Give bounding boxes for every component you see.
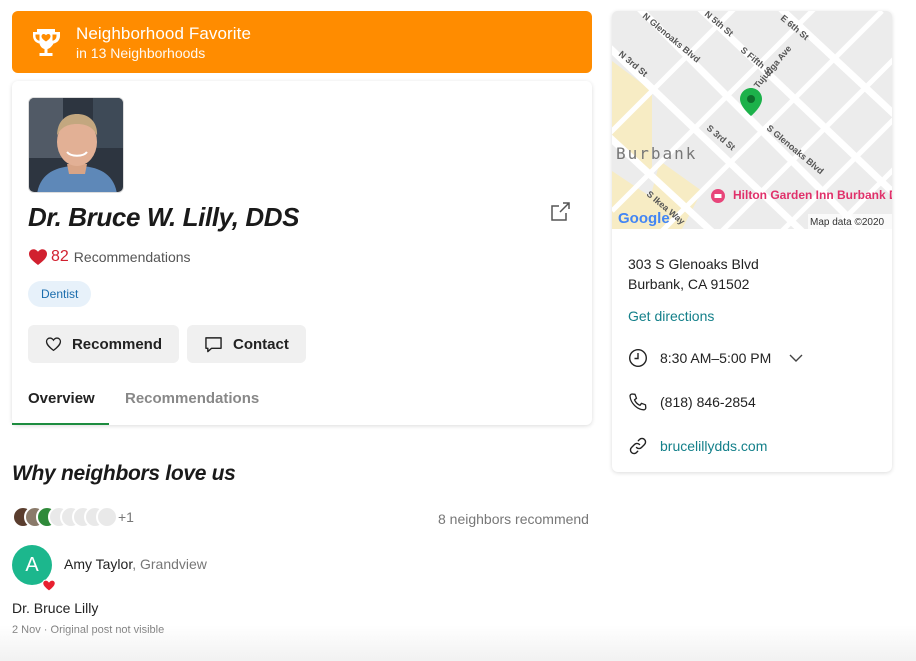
banner-subtitle: in 13 Neighborhoods — [76, 44, 206, 61]
tab-recommendations[interactable]: Recommendations — [125, 390, 259, 407]
map-logo: Google — [618, 210, 670, 227]
phone-icon — [629, 393, 647, 411]
address-line-1: 303 S Glenoaks Blvd — [628, 256, 759, 272]
recommendation-label: Recommendations — [73, 249, 191, 265]
more-neighbors-count: +1 — [118, 509, 134, 525]
neighbor-avatars[interactable] — [12, 506, 122, 528]
website-row[interactable]: brucelillydds.com — [628, 436, 767, 456]
recommend-button[interactable]: Recommend — [28, 325, 179, 363]
phone-row[interactable]: (818) 846-2854 — [628, 392, 756, 412]
category-tag[interactable]: Dentist — [28, 281, 92, 307]
neighborhood-favorite-banner: Neighborhood Favorite in 13 Neighborhood… — [12, 11, 592, 73]
tab-overview[interactable]: Overview — [28, 390, 95, 407]
map-poi-label: Hilton Garden Inn Burbank Downtown — [733, 188, 892, 202]
active-tab-indicator — [12, 423, 109, 425]
svg-text:Hilton Garden Inn Burbank Down: Hilton Garden Inn Burbank Downtown — [733, 188, 892, 202]
profile-card: Dr. Bruce W. Lilly, DDS 82 Recommendatio… — [12, 81, 592, 425]
post-meta: 2 Nov · Original post not visible — [12, 624, 165, 636]
map[interactable]: N Glenoaks Blvd N 3rd St S 3rd St S Glen… — [612, 11, 892, 229]
neighbor-avatar — [96, 506, 118, 528]
website-link[interactable]: brucelillydds.com — [660, 438, 767, 454]
author-name: Amy Taylor — [64, 556, 133, 572]
map-attribution: Map data ©2020 — [810, 217, 885, 228]
get-directions-link[interactable]: Get directions — [628, 308, 714, 324]
banner-title: Neighborhood Favorite — [76, 23, 252, 43]
heart-badge-icon — [42, 579, 56, 592]
section-heading: Why neighbors love us — [12, 462, 236, 485]
business-info-card: N Glenoaks Blvd N 3rd St S 3rd St S Glen… — [612, 11, 892, 472]
recommendation-count: 82 — [51, 248, 69, 265]
business-name: Dr. Bruce W. Lilly, DDS — [28, 202, 300, 232]
heart-icon — [29, 249, 47, 265]
heart-outline-icon — [45, 337, 62, 352]
neighbors-recommend-count[interactable]: 8 neighbors recommend — [438, 511, 589, 527]
hours-row[interactable]: 8:30 AM–5:00 PM — [628, 348, 815, 368]
share-icon[interactable] — [549, 201, 571, 223]
recommend-label: Recommend — [71, 335, 162, 353]
phone-number: (818) 846-2854 — [660, 394, 756, 410]
chat-bubble-icon — [205, 336, 222, 352]
link-icon — [629, 437, 647, 455]
profile-photo — [28, 97, 124, 193]
business-hours: 8:30 AM–5:00 PM — [660, 350, 772, 366]
contact-label: Contact — [233, 335, 289, 353]
contact-button[interactable]: Contact — [187, 325, 306, 363]
author-location: , Grandview — [132, 556, 207, 572]
recommendation-summary[interactable]: 82 Recommendations — [28, 248, 191, 266]
post-body: Dr. Bruce Lilly — [12, 600, 99, 616]
address-line-2: Burbank, CA 91502 — [628, 276, 750, 292]
clock-icon — [628, 348, 648, 368]
post-author[interactable]: Amy Taylor, Grandview — [64, 556, 207, 572]
trophy-icon — [33, 29, 60, 56]
chevron-down-icon[interactable] — [789, 353, 803, 363]
map-city-label: Burbank — [616, 144, 697, 163]
